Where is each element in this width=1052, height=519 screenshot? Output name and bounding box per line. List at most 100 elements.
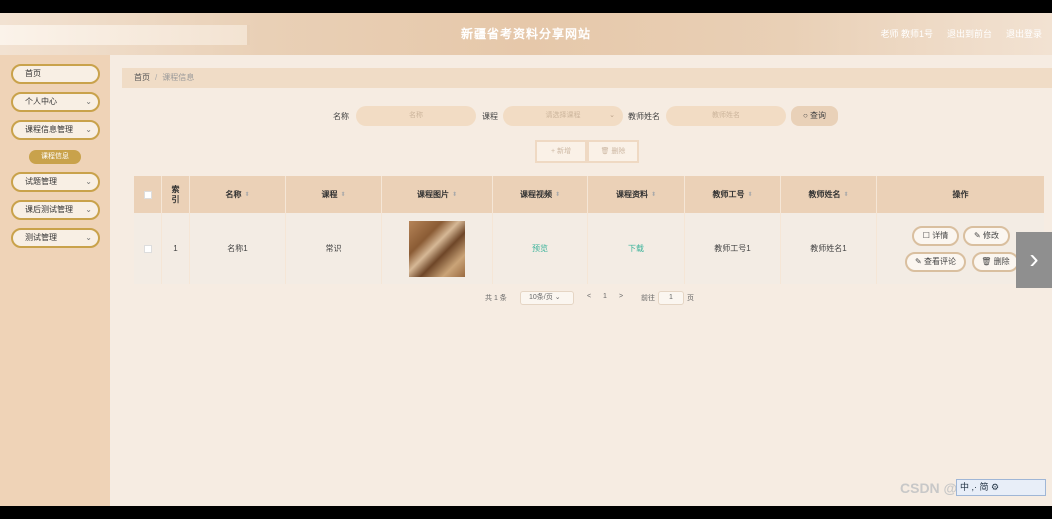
col-header-label: 操作 [952, 190, 969, 199]
chevron-down-icon: ⌄ [85, 205, 92, 214]
delete-button-label: 删除 [611, 148, 626, 155]
col-header-ops: 操作 [877, 176, 1044, 213]
table-row: 1 名称1 常识 预览 下载 教师工号1 教师姓名1 ☐ 详情 ✎ 修改 ✎ 查… [134, 213, 1044, 284]
course-filter-select[interactable]: 请选择课程 ⌄ [503, 106, 623, 126]
video-preview-link[interactable]: 预览 [493, 213, 588, 284]
col-header-video[interactable]: 课程视频 ⬍ [493, 176, 588, 213]
search-icon: ○ [802, 111, 808, 120]
name-filter-label: 名称 [333, 112, 349, 121]
course-filter-label: 课程 [482, 112, 498, 121]
pencil-icon: ✎ [915, 257, 922, 266]
col-header-image[interactable]: 课程图片 ⬍ [382, 176, 493, 213]
sort-icon: ⬍ [747, 192, 753, 198]
sort-icon: ⬍ [244, 192, 250, 198]
col-header-teacher-name[interactable]: 教师姓名 ⬍ [781, 176, 877, 213]
cell-course: 常识 [286, 213, 382, 284]
course-thumbnail[interactable] [409, 220, 465, 277]
add-button-label: 新增 [557, 148, 572, 155]
ime-toolbar[interactable]: 中 ,· 简 ⚙ [956, 479, 1046, 496]
sidebar-item-label: 个人中心 [25, 97, 57, 106]
select-all-checkbox[interactable] [143, 190, 152, 199]
col-header-label: 课程资料 [615, 190, 648, 199]
cell-index: 1 [162, 213, 190, 284]
teacher-filter-input[interactable]: 教师姓名 [666, 106, 786, 126]
sort-icon: ⬍ [451, 192, 458, 198]
next-page-button[interactable]: > [619, 293, 623, 300]
select-all-checkbox-cell [134, 176, 162, 213]
search-button[interactable]: ○ 查询 [791, 106, 838, 126]
view-comments-button[interactable]: ✎ 查看评论 [905, 252, 966, 272]
sidebar-item-label: 测试管理 [25, 233, 57, 242]
col-header-label: 索引 [171, 184, 180, 204]
sidebar-item-label: 课后测试管理 [25, 205, 73, 214]
chevron-down-icon: ⌄ [85, 177, 92, 186]
col-header-name[interactable]: 名称 ⬍ [190, 176, 286, 213]
name-filter-input[interactable]: 名称 [356, 106, 476, 126]
breadcrumb: 首页 / 课程信息 [122, 68, 1052, 88]
sort-icon: ⬍ [843, 192, 849, 198]
page-size-select[interactable]: 10条/页 ⌄ [520, 291, 574, 305]
sidebar-item-home[interactable]: 首页 [11, 64, 100, 84]
breadcrumb-current: 课程信息 [162, 73, 195, 82]
teacher-filter-label: 教师姓名 [628, 112, 660, 121]
view-comments-label: 查看评论 [923, 257, 956, 266]
col-header-label: 名称 [225, 190, 242, 199]
sidebar-item-label: 试题管理 [25, 177, 57, 186]
doc-icon: ☐ [922, 231, 930, 240]
col-header-label: 课程 [321, 190, 338, 199]
col-header-teacher-no[interactable]: 教师工号 ⬍ [685, 176, 781, 213]
header-user-area: 老师 教师1号 退出到前台 退出登录 [880, 27, 1042, 40]
breadcrumb-home[interactable]: 首页 [134, 73, 150, 82]
col-header-index: 索引 [162, 176, 190, 213]
col-header-label: 课程图片 [416, 190, 449, 199]
current-user: 老师 教师1号 [880, 29, 933, 39]
sidebar-item-questions[interactable]: 试题管理 ⌄ [11, 172, 100, 192]
sidebar-item-test-mgmt[interactable]: 测试管理 ⌄ [11, 228, 100, 248]
cell-teacher-no: 教师工号1 [685, 213, 781, 284]
col-header-label: 教师姓名 [808, 190, 841, 199]
detail-button[interactable]: ☐ 详情 [912, 226, 959, 246]
breadcrumb-separator: / [155, 73, 158, 82]
goto-page-input[interactable]: 1 [658, 291, 684, 305]
chevron-down-icon: ⌄ [554, 294, 561, 301]
col-header-course[interactable]: 课程 ⬍ [286, 176, 382, 213]
remove-button-label: 删除 [993, 257, 1010, 266]
table-header: 索引 名称 ⬍ 课程 ⬍ 课程图片 ⬍ 课程视频 ⬍ 课程资料 ⬍ 教师工号 ⬍ 教师姓名 ⬍… [134, 176, 1044, 213]
sidebar-subitem-course-info[interactable]: 课程信息 [29, 150, 81, 164]
sidebar-item-label: 首页 [25, 69, 41, 78]
sort-icon: ⬍ [554, 192, 561, 198]
prev-page-button[interactable]: < [587, 293, 591, 300]
page-number-1[interactable]: 1 [603, 293, 607, 300]
course-select-placeholder: 请选择课程 [545, 112, 581, 119]
detail-button-label: 详情 [932, 231, 949, 240]
edit-button-label: 修改 [982, 231, 999, 240]
delete-button[interactable]: 🗑 删除 [587, 140, 639, 163]
back-to-front-link[interactable]: 退出到前台 [947, 27, 992, 40]
goto-label: 前往 [641, 295, 655, 302]
col-header-material[interactable]: 课程资料 ⬍ [588, 176, 685, 213]
course-table: 索引 名称 ⬍ 课程 ⬍ 课程图片 ⬍ 课程视频 ⬍ 课程资料 ⬍ 教师工号 ⬍ 教师姓名 ⬍… [134, 176, 1044, 284]
filter-bar: 名称 名称 课程 请选择课程 ⌄ 教师姓名 教师姓名 ○ 查询 [0, 106, 1052, 126]
plus-icon: + [550, 148, 556, 155]
sort-icon: ⬍ [340, 192, 346, 198]
row-checkbox[interactable] [143, 244, 152, 253]
remove-button[interactable]: 🗑 删除 [972, 252, 1019, 272]
sidebar-item-label: 课程信息管理 [25, 125, 73, 134]
trash-icon: 🗑 [981, 257, 992, 266]
page-size-value: 10条/页 [529, 294, 553, 301]
goto-unit: 页 [687, 295, 694, 302]
cell-image [382, 213, 493, 284]
add-button[interactable]: + 新增 [535, 140, 587, 163]
sort-icon: ⬍ [650, 192, 657, 198]
top-header: 新疆省考资料分享网站 老师 教师1号 退出到前台 退出登录 [0, 13, 1052, 55]
material-download-link[interactable]: 下载 [588, 213, 685, 284]
edit-button[interactable]: ✎ 修改 [963, 226, 1010, 246]
trash-icon: 🗑 [600, 148, 610, 155]
logout-link[interactable]: 退出登录 [1006, 27, 1042, 40]
chevron-down-icon: ⌄ [609, 112, 615, 119]
col-header-label: 课程视频 [519, 190, 552, 199]
app-window: 新疆省考资料分享网站 老师 教师1号 退出到前台 退出登录 首页 个人中心 ⌄ … [0, 13, 1052, 506]
sidebar-item-after-class-test[interactable]: 课后测试管理 ⌄ [11, 200, 100, 220]
cell-name: 名称1 [190, 213, 286, 284]
chevron-right-icon[interactable]: › [1016, 232, 1052, 288]
